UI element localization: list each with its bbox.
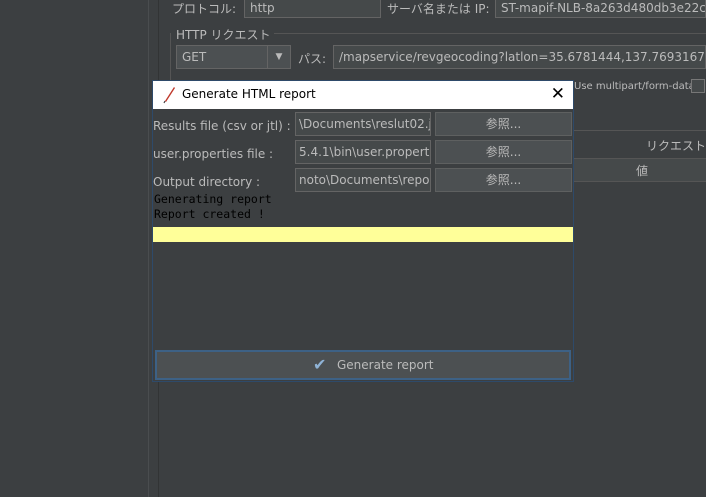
user-properties-label: user.properties file : — [153, 147, 274, 161]
results-file-browse-button[interactable]: 参照... — [435, 112, 572, 136]
server-input[interactable]: ST-mapif-NLB-8a263d480db3e22c.elb.a — [495, 0, 706, 18]
feather-icon — [163, 87, 175, 104]
log-output-area: Generating report Report created ! — [153, 192, 573, 222]
request-header-label: リクエスト — [646, 139, 706, 153]
dialog-titlebar: Generate HTML report ✕ — [153, 81, 573, 109]
user-properties-browse-button[interactable]: 参照... — [435, 140, 572, 164]
server-label: サーバ名または IP: — [387, 2, 490, 16]
group-border-top — [274, 33, 706, 34]
http-request-group-label: HTTP リクエスト — [176, 28, 271, 42]
table-header-line — [574, 130, 706, 131]
output-directory-browse-button[interactable]: 参照... — [435, 168, 572, 192]
method-select[interactable]: GET ▼ — [176, 45, 291, 69]
chevron-down-icon: ▼ — [267, 46, 290, 68]
generate-report-button[interactable]: ✔ Generate report — [155, 350, 571, 380]
protocol-input[interactable]: http — [244, 0, 381, 18]
value-header-cell: 値 — [574, 158, 706, 182]
dialog-title: Generate HTML report — [182, 87, 316, 101]
user-properties-input[interactable]: 5.4.1\bin\user.properties — [295, 140, 431, 164]
multipart-checkbox[interactable] — [691, 79, 705, 93]
group-border-left — [170, 33, 171, 83]
output-directory-label: Output directory : — [153, 175, 261, 189]
log-line: Report created ! — [154, 207, 265, 221]
path-input[interactable]: /mapservice/revgeocoding?latlon=35.67814… — [333, 45, 706, 69]
log-line: Generating report — [154, 192, 272, 206]
method-value: GET — [182, 50, 207, 64]
path-label: パス: — [298, 52, 327, 66]
output-directory-input[interactable]: noto\Documents\repo5 — [295, 168, 431, 192]
generate-report-label: Generate report — [337, 358, 434, 372]
results-file-label: Results file (csv or jtl) : — [153, 119, 291, 133]
generate-report-dialog: Generate HTML report ✕ Results file (csv… — [152, 80, 574, 382]
protocol-label: プロトコル: — [172, 2, 237, 16]
close-icon[interactable]: ✕ — [551, 84, 565, 104]
results-file-input[interactable]: \Documents\reslut02.jtl — [295, 112, 431, 136]
multipart-label: Use multipart/form-data — [574, 81, 695, 92]
current-line-highlight — [153, 227, 573, 242]
value-header-label: 値 — [636, 164, 649, 178]
left-panel-divider — [148, 0, 149, 497]
checkmark-icon: ✔ — [313, 355, 327, 374]
request-table-header: リクエスト 値 — [574, 130, 706, 182]
